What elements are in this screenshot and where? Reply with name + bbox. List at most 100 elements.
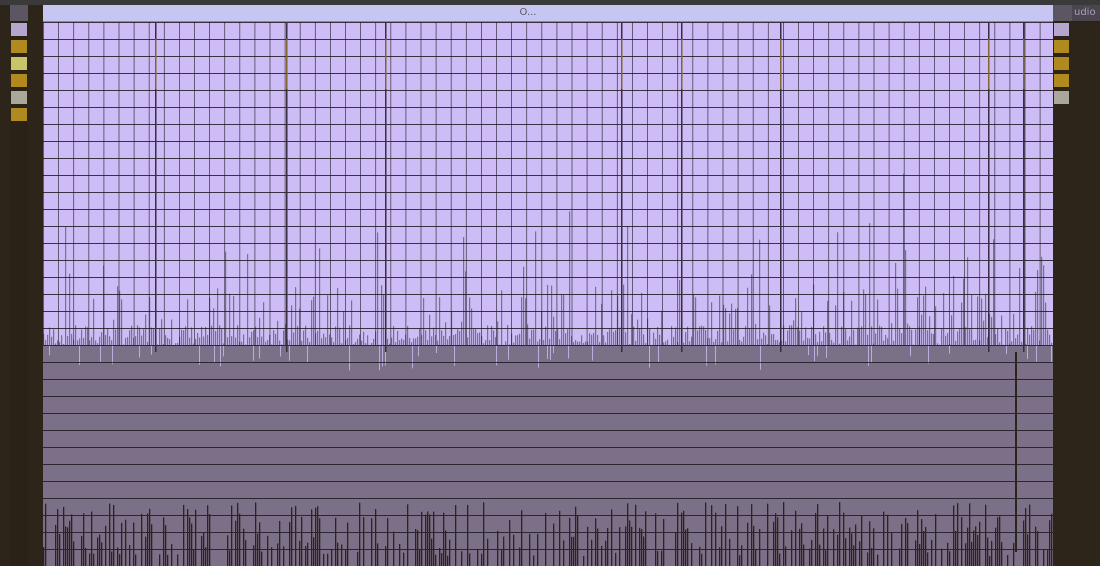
waveform-spike bbox=[187, 299, 189, 345]
activity-bar bbox=[991, 540, 993, 566]
waveform-spike bbox=[197, 332, 199, 345]
waveform-spike bbox=[827, 300, 829, 345]
waveform-spike bbox=[841, 326, 843, 345]
waveform-spike bbox=[147, 341, 149, 345]
waveform-spike bbox=[957, 331, 959, 345]
waveform-spike bbox=[831, 339, 833, 345]
waveform-spike bbox=[439, 297, 441, 345]
waveform-spike bbox=[853, 329, 855, 345]
activity-bar bbox=[605, 540, 607, 566]
left-mini-clip[interactable] bbox=[10, 107, 28, 122]
activity-bar bbox=[191, 523, 193, 566]
right-mini-clip[interactable] bbox=[1053, 39, 1070, 54]
activity-bar bbox=[133, 522, 135, 566]
waveform-spike bbox=[1033, 329, 1035, 345]
left-mini-clip[interactable] bbox=[10, 56, 28, 71]
waveform-spike bbox=[361, 340, 363, 345]
waveform-spike bbox=[167, 337, 169, 345]
waveform-spike bbox=[849, 336, 851, 345]
marker-top bbox=[681, 39, 683, 89]
right-mini-clip[interactable] bbox=[1053, 22, 1070, 37]
waveform-spike bbox=[151, 327, 153, 345]
waveform-spike bbox=[815, 334, 817, 345]
activity-bar bbox=[363, 517, 365, 566]
marker-top bbox=[780, 39, 782, 89]
waveform-spike bbox=[577, 341, 579, 345]
waveform-spike bbox=[183, 330, 185, 345]
activity-bar bbox=[931, 539, 933, 566]
waveform-spike bbox=[581, 335, 583, 345]
waveform-spike bbox=[69, 273, 71, 345]
waveform-spike bbox=[333, 342, 335, 345]
waveform-spike bbox=[359, 334, 361, 345]
waveform-spike bbox=[233, 296, 235, 345]
waveform-spike bbox=[809, 338, 811, 345]
activity-bar bbox=[1013, 542, 1015, 566]
activity-bar bbox=[63, 506, 65, 566]
clip-header[interactable]: O... bbox=[43, 5, 1053, 22]
waveform-spike bbox=[325, 337, 327, 345]
activity-bar bbox=[1023, 520, 1025, 566]
waveform-spike bbox=[945, 335, 947, 345]
waveform-spike bbox=[83, 337, 85, 345]
right-mini-clip[interactable] bbox=[1053, 56, 1070, 71]
activity-bar bbox=[961, 517, 963, 566]
waveform-spike bbox=[79, 338, 81, 345]
waveform-spike bbox=[533, 329, 535, 345]
right-mini-clip[interactable] bbox=[1053, 90, 1070, 105]
waveform-spike bbox=[691, 336, 693, 345]
waveform-gap bbox=[199, 345, 200, 365]
waveform-spike bbox=[1029, 334, 1031, 345]
waveform-spike bbox=[449, 335, 451, 345]
waveform-spike bbox=[105, 335, 107, 345]
activity-bar bbox=[487, 538, 489, 566]
waveform-spike bbox=[145, 314, 147, 345]
waveform-spike bbox=[877, 299, 879, 345]
activity-bar bbox=[59, 533, 61, 566]
waveform-spike bbox=[45, 340, 47, 345]
left-mini-clip[interactable] bbox=[10, 90, 28, 105]
waveform-spike bbox=[991, 317, 993, 345]
waveform-spike bbox=[755, 324, 757, 345]
activity-bar bbox=[935, 514, 937, 566]
waveform-spike bbox=[649, 328, 651, 345]
waveform-spike bbox=[683, 342, 685, 345]
waveform-spike bbox=[895, 262, 897, 345]
waveform-spike bbox=[125, 337, 127, 345]
waveform-spike bbox=[455, 334, 457, 345]
waveform-spike bbox=[981, 298, 983, 345]
clip-body[interactable] bbox=[43, 22, 1053, 566]
waveform-spike bbox=[217, 288, 219, 345]
right-track-label[interactable]: udio bbox=[1072, 5, 1100, 21]
activity-bar bbox=[335, 517, 337, 566]
left-mini-clip[interactable] bbox=[10, 39, 28, 54]
waveform-gap bbox=[418, 345, 419, 357]
right-mini-clip[interactable] bbox=[1053, 73, 1070, 88]
waveform-spike bbox=[567, 329, 569, 345]
waveform-spike bbox=[67, 336, 69, 345]
activity-bar bbox=[591, 539, 593, 566]
waveform-spike bbox=[331, 337, 333, 345]
activity-bar bbox=[429, 514, 431, 566]
activity-bar bbox=[327, 553, 329, 566]
waveform-spike bbox=[975, 339, 977, 345]
activity-bar bbox=[711, 505, 713, 566]
activity-bar bbox=[317, 506, 319, 566]
waveform-spike bbox=[225, 251, 227, 345]
activity-bar bbox=[545, 512, 547, 566]
activity-bar bbox=[583, 555, 585, 566]
waveform-spike bbox=[485, 340, 487, 345]
waveform-spike bbox=[869, 223, 871, 345]
activity-bar bbox=[563, 540, 565, 566]
left-mini-clip[interactable] bbox=[10, 73, 28, 88]
waveform-spike bbox=[247, 254, 249, 345]
waveform-spike bbox=[1019, 267, 1021, 345]
activity-bar bbox=[999, 516, 1001, 566]
activity-bar bbox=[553, 523, 555, 566]
left-mini-clip[interactable] bbox=[10, 22, 28, 37]
main-clip[interactable]: O... bbox=[43, 5, 1053, 566]
waveform-spike bbox=[323, 333, 325, 345]
waveform-spike bbox=[521, 297, 523, 345]
activity-bar bbox=[399, 544, 401, 566]
activity-bar bbox=[811, 539, 813, 566]
